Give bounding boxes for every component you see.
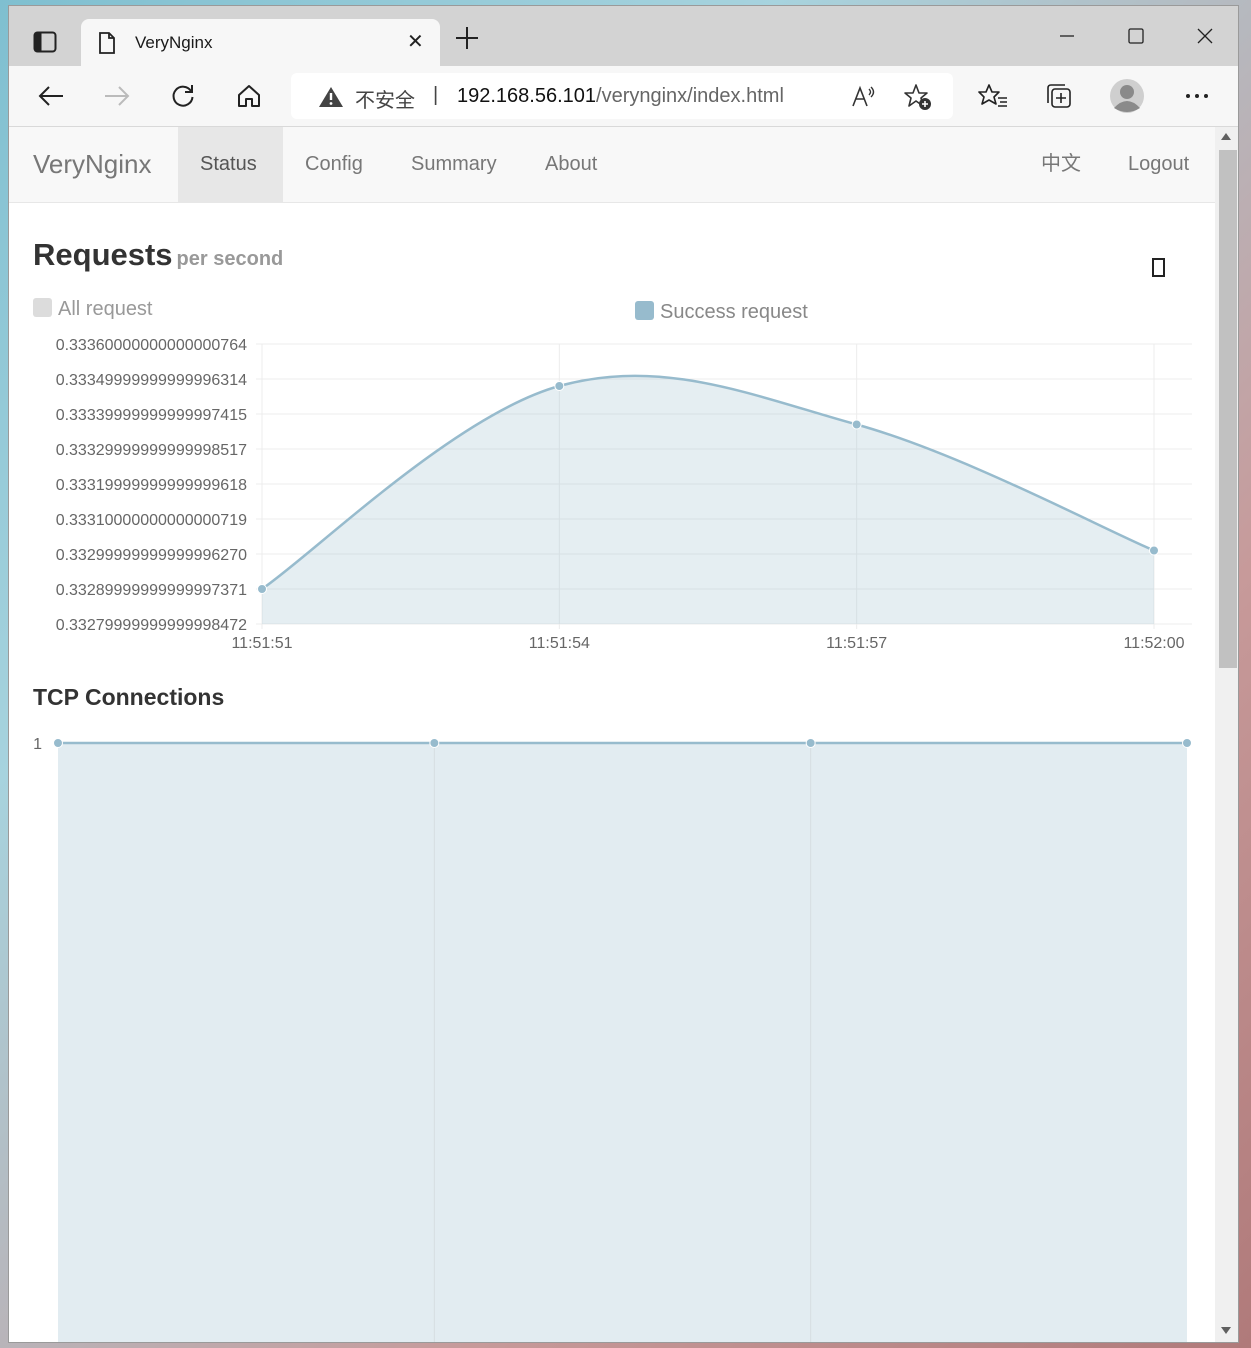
address-bar[interactable]: 不安全 | 192.168.56.101/verynginx/index.htm… [291,73,953,119]
home-icon [238,85,260,107]
browser-window: VeryNginx ✕ 不安全 | 192.168.56.101/veryngi… [8,5,1239,1343]
nav-language[interactable]: 中文 [1019,127,1103,202]
collections-button[interactable] [1039,78,1079,114]
close-window-button[interactable] [1182,20,1228,52]
y-tick-label: 0.33339999999999997415 [56,407,247,424]
brand-logo[interactable]: VeryNginx [33,149,152,180]
favorites-button[interactable] [973,78,1013,114]
home-button[interactable] [229,78,269,114]
more-options-button[interactable] [1177,78,1217,114]
browser-toolbar: 不安全 | 192.168.56.101/verynginx/index.htm… [9,66,1238,127]
top-navbar: VeryNginx Status Config Summary About 中文… [9,127,1215,203]
y-tick-label: 0.33299999999999996270 [56,547,247,564]
nav-summary[interactable]: Summary [389,127,519,202]
requests-title-text: Requests [33,237,173,272]
page-icon [99,32,115,54]
browser-tab[interactable]: VeryNginx ✕ [81,19,440,66]
data-point [257,584,267,594]
tcp-connections-chart: 1 [33,736,1192,1342]
data-point [429,738,440,748]
requests-subtitle: per second [176,248,284,270]
tab-actions-icon [33,31,57,53]
close-icon [1197,28,1213,44]
page-viewport: VeryNginx Status Config Summary About 中文… [9,127,1215,1342]
nav-config[interactable]: Config [283,127,385,202]
minimize-icon [1060,35,1074,37]
reload-icon [172,85,194,107]
insecure-label: 不安全 [355,90,415,112]
data-point [53,738,63,748]
legend-all-request[interactable]: All request [33,298,153,321]
y-tick-label: 0.33279999999999998472 [56,617,247,634]
requests-title: Requests per second [33,237,283,273]
data-point [554,381,565,391]
x-tick-label: 11:51:51 [231,635,292,652]
maximize-icon [1128,28,1144,44]
series-area [58,743,1187,1342]
x-tick-label: 11:51:54 [529,635,590,652]
new-tab-icon[interactable] [453,24,481,52]
reload-button[interactable] [163,78,203,114]
url-path: /verynginx/index.html [596,85,784,107]
vertical-scrollbar[interactable] [1215,127,1238,1342]
y-tick-label: 0.33360000000000000764 [56,337,247,354]
scrollbar-thumb[interactable] [1219,150,1237,668]
back-button[interactable] [31,78,71,114]
scroll-up-icon[interactable] [1221,133,1231,140]
scroll-down-icon[interactable] [1221,1327,1231,1334]
expand-icon[interactable] [1152,258,1165,277]
y-tick-label: 1 [33,736,42,753]
warning-icon [319,87,343,107]
series-area [262,375,1154,624]
tab-actions-button[interactable] [23,20,67,64]
y-tick-label: 0.33289999999999997371 [56,582,247,599]
legend-swatch [635,301,654,320]
y-tick-label: 0.33329999999999998517 [56,442,247,459]
requests-chart: 0.33360000000000000764 0.3334999999999999… [56,337,1192,652]
data-point [1149,545,1159,556]
read-aloud-icon[interactable] [851,85,877,109]
tab-strip: VeryNginx ✕ [9,6,1238,66]
favorites-icon [978,84,1007,107]
y-tick-label: 0.33319999999999999618 [56,477,247,494]
legend-label: All request [58,298,153,320]
back-arrow-icon [38,86,63,106]
url-text: 192.168.56.101/verynginx/index.html [457,85,784,108]
legend-label: Success request [660,301,808,323]
maximize-button[interactable] [1113,20,1159,52]
nav-logout[interactable]: Logout [1106,127,1211,202]
collections-icon [1047,84,1071,108]
minimize-button[interactable] [1044,20,1090,52]
legend-success-request[interactable]: Success request [635,301,808,324]
x-tick-label: 11:52:00 [1123,635,1184,652]
nav-status[interactable]: Status [178,127,283,202]
nav-about[interactable]: About [523,127,619,202]
legend-swatch [33,298,52,317]
data-point [851,419,862,430]
data-point [805,738,816,748]
profile-button[interactable] [1107,78,1147,114]
tcp-title: TCP Connections [33,684,225,710]
data-point [1182,738,1192,748]
add-favorite-icon[interactable] [903,83,933,111]
forward-arrow-icon [105,86,130,106]
more-icon [1186,94,1208,98]
y-tick-label: 0.33310000000000000719 [56,512,247,529]
forward-button[interactable] [97,78,137,114]
y-tick-label: 0.33349999999999996314 [56,372,247,389]
x-tick-label: 11:51:57 [826,635,887,652]
avatar [1110,79,1144,113]
address-separator: | [433,84,439,106]
tab-close-icon[interactable]: ✕ [407,32,424,52]
tab-title: VeryNginx [135,33,213,52]
url-host: 192.168.56.101 [457,85,597,107]
